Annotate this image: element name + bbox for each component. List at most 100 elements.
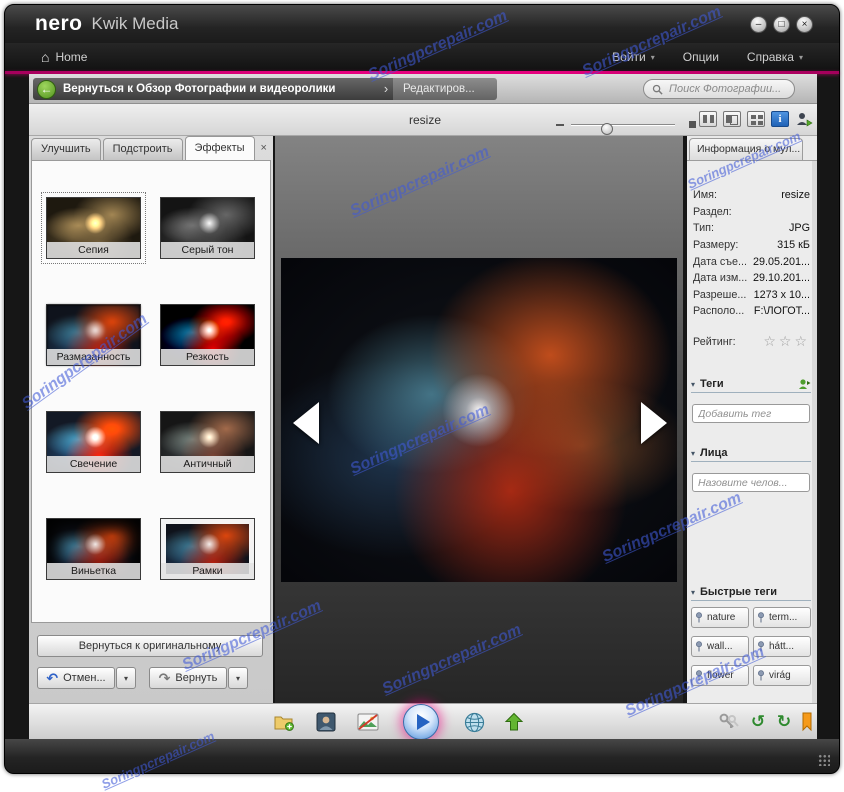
quick-tag[interactable]: flower <box>691 665 749 686</box>
effect-label: Рамки <box>161 563 254 579</box>
slideshow-button[interactable] <box>356 710 380 734</box>
options-menu[interactable]: Опции <box>683 50 719 64</box>
back-breadcrumb[interactable]: ← Вернуться к Обзор Фотографии и видеоро… <box>33 78 379 100</box>
search-icon <box>652 84 663 95</box>
effect-frames[interactable]: Рамки <box>160 518 255 580</box>
pin-icon <box>757 612 766 623</box>
zoom-track[interactable] <box>571 124 675 126</box>
zoom-in-icon[interactable] <box>689 121 696 128</box>
quick-tag[interactable]: hátt... <box>753 636 811 657</box>
options-label: Опции <box>683 50 719 64</box>
columns-view-icon[interactable] <box>699 111 717 127</box>
content-area: Улучшить Подстроить Эффекты × Сепия Серы… <box>29 136 817 703</box>
info-panel-toggle-icon[interactable]: i <box>771 111 789 127</box>
redo-dropdown-button[interactable]: ▾ <box>228 667 248 689</box>
zoom-slider[interactable] <box>556 119 696 131</box>
field-name: Имя:resize <box>693 187 810 204</box>
effect-blur[interactable]: Размазанность <box>46 304 141 366</box>
metadata-fields: Имя:resize Раздел: Тип:JPG Размеру:315 к… <box>693 187 810 320</box>
scrollbar[interactable] <box>812 161 817 703</box>
home-menu[interactable]: ⌂ Home <box>41 49 87 65</box>
tags-section-header[interactable]: ▾ Теги <box>691 376 811 393</box>
current-filename: resize <box>409 113 441 127</box>
quick-tag[interactable]: nature <box>691 607 749 628</box>
faces-header-label: Лица <box>700 447 728 459</box>
image-icon <box>357 713 379 731</box>
upload-button[interactable] <box>502 710 526 734</box>
effects-grid: Сепия Серый тон Размазанность Резкость <box>31 160 271 623</box>
view-mode-buttons: i <box>699 111 813 127</box>
zoom-out-icon[interactable] <box>556 124 564 126</box>
rotate-left-button[interactable]: ↺ <box>746 710 770 734</box>
tab-enhance[interactable]: Улучшить <box>31 138 101 160</box>
zoom-thumb[interactable] <box>601 123 613 135</box>
chevron-down-icon: ▾ <box>799 53 803 62</box>
quick-tags-section-header[interactable]: ▾ Быстрые теги <box>691 584 811 601</box>
share-online-button[interactable] <box>462 710 486 734</box>
tab-effects[interactable]: Эффекты <box>185 136 255 160</box>
add-to-album-button[interactable] <box>272 710 296 734</box>
tab-adjust[interactable]: Подстроить <box>103 138 183 160</box>
maximize-button[interactable]: □ <box>773 16 790 33</box>
field-resolution: Разреше...1273 x 10... <box>693 287 810 304</box>
chevron-down-icon: ▾ <box>691 449 695 458</box>
search-input[interactable] <box>667 82 785 96</box>
add-person-tag-icon[interactable] <box>798 378 811 390</box>
previous-photo-button[interactable] <box>293 402 319 444</box>
back-icon[interactable]: ← <box>37 80 56 99</box>
undo-dropdown-button[interactable]: ▾ <box>116 667 136 689</box>
rating-label: Рейтинг: <box>693 336 736 348</box>
rotate-left-icon: ↺ <box>751 712 765 732</box>
undo-button[interactable]: ↶ Отмен... <box>37 667 115 689</box>
star-rating[interactable]: ☆☆☆ <box>763 333 810 350</box>
effect-vignette[interactable]: Виньетка <box>46 518 141 580</box>
next-photo-button[interactable] <box>641 402 667 444</box>
redo-button[interactable]: ↷ Вернуть <box>149 667 227 689</box>
help-menu[interactable]: Справка ▾ <box>747 50 803 64</box>
effect-sepia[interactable]: Сепия <box>46 197 141 259</box>
effect-grayscale[interactable]: Серый тон <box>160 197 255 259</box>
name-person-input[interactable] <box>692 473 810 492</box>
minimize-button[interactable]: – <box>750 16 767 33</box>
play-button[interactable] <box>403 704 439 740</box>
editing-breadcrumb[interactable]: Редактиров... <box>393 78 497 100</box>
bookmark-button[interactable] <box>795 710 819 734</box>
effect-antique[interactable]: Античный <box>160 411 255 473</box>
login-menu[interactable]: Войти ▾ <box>612 50 655 64</box>
effect-sharpen[interactable]: Резкость <box>160 304 255 366</box>
pin-icon <box>695 612 704 623</box>
quick-tags-grid: nature term... wall... hátt... <box>691 607 813 686</box>
edit-tabs: Улучшить Подстроить Эффекты × <box>31 136 271 160</box>
view-toolbar: resize i <box>29 104 817 136</box>
grid-view-icon[interactable] <box>747 111 765 127</box>
pin-icon <box>695 641 704 652</box>
info-panel-tab[interactable]: Информация о мул... <box>689 138 803 160</box>
close-button[interactable]: × <box>796 16 813 33</box>
quick-tag[interactable]: virág <box>753 665 811 686</box>
login-label: Войти <box>612 50 646 64</box>
quick-tag[interactable]: wall... <box>691 636 749 657</box>
effect-label: Виньетка <box>47 563 140 579</box>
folder-add-icon <box>273 712 295 732</box>
quick-tag[interactable]: term... <box>753 607 811 628</box>
close-panel-icon[interactable]: × <box>257 141 271 157</box>
redo-label: Вернуть <box>175 672 217 684</box>
menubar: ⌂ Home Войти ▾ Опции Справка ▾ <box>5 43 839 71</box>
field-date-taken: Дата съе...29.05.201... <box>693 253 810 270</box>
face-tag-icon[interactable] <box>795 111 813 127</box>
photo-preview-area <box>275 136 683 703</box>
rotate-right-button[interactable]: ↻ <box>772 710 796 734</box>
effect-glow[interactable]: Свечение <box>46 411 141 473</box>
resize-grip[interactable] <box>817 753 830 766</box>
orange-marker-icon <box>799 712 815 732</box>
revert-to-original-button[interactable]: Вернуться к оригинальному <box>37 635 263 657</box>
faces-section-header[interactable]: ▾ Лица <box>691 445 811 462</box>
field-location: Располо...F:\ЛОГОТ... <box>693 303 810 320</box>
add-tag-input[interactable] <box>692 404 810 423</box>
unlock-features-button[interactable] <box>717 710 741 734</box>
compare-view-icon[interactable] <box>723 111 741 127</box>
field-date-modified: Дата изм...29.10.201... <box>693 270 810 287</box>
info-panel-body: Имя:resize Раздел: Тип:JPG Размеру:315 к… <box>687 160 817 703</box>
faces-button[interactable] <box>314 710 338 734</box>
chevron-down-icon: ▾ <box>236 674 240 683</box>
